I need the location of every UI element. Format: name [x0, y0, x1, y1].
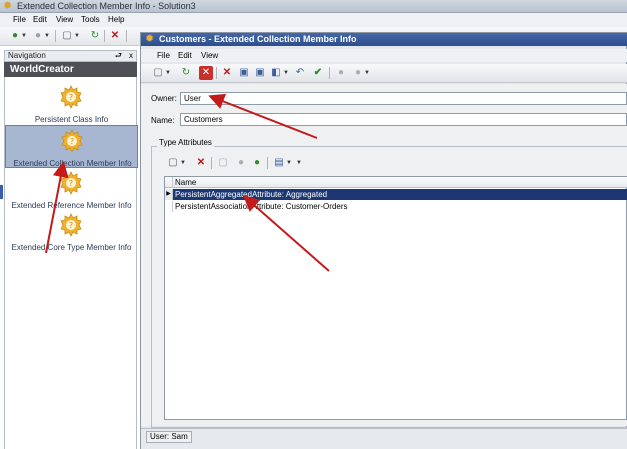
detail-window-title: Customers - Extended Collection Member I… — [159, 34, 357, 44]
chevron-down-icon[interactable]: ▼ — [296, 156, 302, 170]
row-indicator — [165, 201, 173, 212]
type-attributes-title: Type Attributes — [157, 138, 214, 148]
print-icon[interactable]: ▤ — [272, 156, 286, 170]
delete-icon[interactable]: ✕ — [108, 29, 122, 43]
gear-icon: ? — [60, 171, 82, 195]
nav-item-label: Persistent Class Info — [34, 115, 109, 124]
close-icon[interactable]: x — [129, 51, 133, 61]
toolbar-separator — [329, 67, 330, 79]
save-icon[interactable]: ▣ — [237, 66, 251, 80]
table-row[interactable]: ▶ PersistentAggregatedAttribute: Aggrega… — [165, 189, 627, 200]
next-icon[interactable]: ● — [351, 66, 365, 80]
table-cell: PersistentAssociationAttribute: Customer… — [175, 202, 348, 211]
table-row[interactable]: PersistentAssociationAttribute: Customer… — [165, 201, 627, 212]
window-edge-marker — [0, 185, 3, 199]
menu-edit[interactable]: Edit — [33, 15, 47, 25]
new-icon[interactable]: ▢ — [166, 156, 180, 170]
owner-field[interactable]: User — [180, 92, 627, 105]
close-icon[interactable]: ✕ — [220, 66, 234, 80]
app-icon: ✹ — [145, 33, 155, 45]
svg-text:?: ? — [69, 221, 73, 230]
chevron-down-icon[interactable]: ▼ — [364, 66, 370, 80]
chevron-down-icon[interactable]: ▼ — [286, 156, 292, 170]
link-icon[interactable]: ▢ — [216, 156, 230, 170]
svg-text:?: ? — [70, 137, 74, 146]
save-and-close-icon[interactable]: ▣ — [253, 66, 267, 80]
detail-window-titlebar: ✹ Customers - Extended Collection Member… — [141, 33, 627, 46]
app-icon: ✹ — [3, 0, 13, 12]
pin-icon[interactable]: ⮐ — [115, 51, 122, 61]
type-attributes-grid — [164, 176, 627, 420]
table-cell: PersistentAggregatedAttribute: Aggregate… — [175, 190, 328, 199]
owner-label: Owner: — [151, 94, 177, 103]
grid-toolbar: ▢ ▼ ✕ ▢ ● ● ▤ ▼ ▼ — [158, 154, 308, 171]
new-icon[interactable]: ▢ — [151, 66, 165, 80]
menu-help[interactable]: Help — [108, 15, 124, 25]
nav-item-extended-core-type-member-info[interactable]: ? Extended Core Type Member Info — [5, 210, 138, 253]
save-and-new-icon[interactable]: ◧ — [269, 66, 283, 80]
nav-item-persistent-class-info[interactable]: ? Persistent Class Info — [5, 82, 138, 125]
chevron-down-icon[interactable]: ▼ — [283, 66, 289, 80]
gear-icon: ? — [60, 85, 82, 109]
forward-icon[interactable]: ● — [31, 29, 45, 43]
previous-icon[interactable]: ● — [234, 156, 248, 170]
detail-toolbar: ▢ ▼ ↻ ✕ ✕ ▣ ▣ ◧ ▼ ↶ ✔ ● ● ▼ — [141, 64, 627, 83]
status-user: User: Sam — [146, 431, 192, 443]
nav-item-label: Extended Core Type Member Info — [11, 243, 132, 252]
status-bar — [141, 428, 627, 449]
row-indicator-header — [165, 177, 173, 188]
chevron-down-icon[interactable]: ▼ — [44, 29, 50, 43]
navigation-group-title[interactable]: WorldCreator — [4, 62, 137, 77]
toolbar-separator — [216, 67, 217, 79]
nav-item-extended-reference-member-info[interactable]: ? Extended Reference Member Info — [5, 168, 138, 211]
back-icon[interactable]: ● — [8, 29, 22, 43]
column-header-name[interactable]: Name — [175, 177, 196, 188]
menu-view[interactable]: View — [201, 51, 218, 61]
outer-menubar: File Edit View Tools Help — [0, 13, 627, 27]
new-icon[interactable]: ▢ — [60, 29, 74, 43]
grid-header: Name — [165, 177, 627, 188]
gear-icon: ? — [61, 129, 83, 153]
next-icon[interactable]: ● — [250, 156, 264, 170]
previous-icon[interactable]: ● — [334, 66, 348, 80]
svg-text:?: ? — [69, 179, 73, 188]
delete-object-icon[interactable]: ✕ — [199, 66, 213, 80]
chevron-down-icon[interactable]: ▼ — [180, 156, 186, 170]
undo-icon[interactable]: ↶ — [293, 66, 307, 80]
chevron-down-icon[interactable]: ▼ — [21, 29, 27, 43]
toolbar-separator — [126, 30, 127, 42]
delete-icon[interactable]: ✕ — [194, 156, 208, 170]
nav-item-extended-collection-member-info[interactable]: ? Extended Collection Member Info — [5, 125, 138, 168]
chevron-down-icon[interactable]: ▼ — [165, 66, 171, 80]
menu-file[interactable]: File — [157, 51, 170, 61]
row-pointer-icon: ▶ — [165, 189, 173, 200]
menu-file[interactable]: File — [13, 15, 26, 25]
toolbar-separator — [267, 157, 268, 169]
navigation-title: Navigation — [8, 51, 46, 60]
name-label: Name: — [151, 116, 175, 125]
name-field[interactable]: Customers — [180, 113, 627, 126]
navigation-header: Navigation ⮐ x — [4, 50, 137, 62]
toolbar-separator — [55, 30, 56, 42]
outer-window-title: Extended Collection Member Info - Soluti… — [17, 1, 196, 11]
refresh-icon[interactable]: ↻ — [179, 66, 193, 80]
svg-text:?: ? — [69, 93, 73, 102]
menu-view[interactable]: View — [56, 15, 73, 25]
toolbar-separator — [104, 30, 105, 42]
toolbar-separator — [211, 157, 212, 169]
detail-menubar: File Edit View — [141, 49, 627, 62]
chevron-down-icon[interactable]: ▼ — [74, 29, 80, 43]
refresh-icon[interactable]: ↻ — [88, 29, 102, 43]
outer-window-titlebar: ✹ Extended Collection Member Info - Solu… — [0, 0, 627, 13]
validate-icon[interactable]: ✔ — [311, 66, 325, 80]
gear-icon: ? — [60, 213, 82, 237]
menu-tools[interactable]: Tools — [81, 15, 100, 25]
menu-edit[interactable]: Edit — [178, 51, 192, 61]
